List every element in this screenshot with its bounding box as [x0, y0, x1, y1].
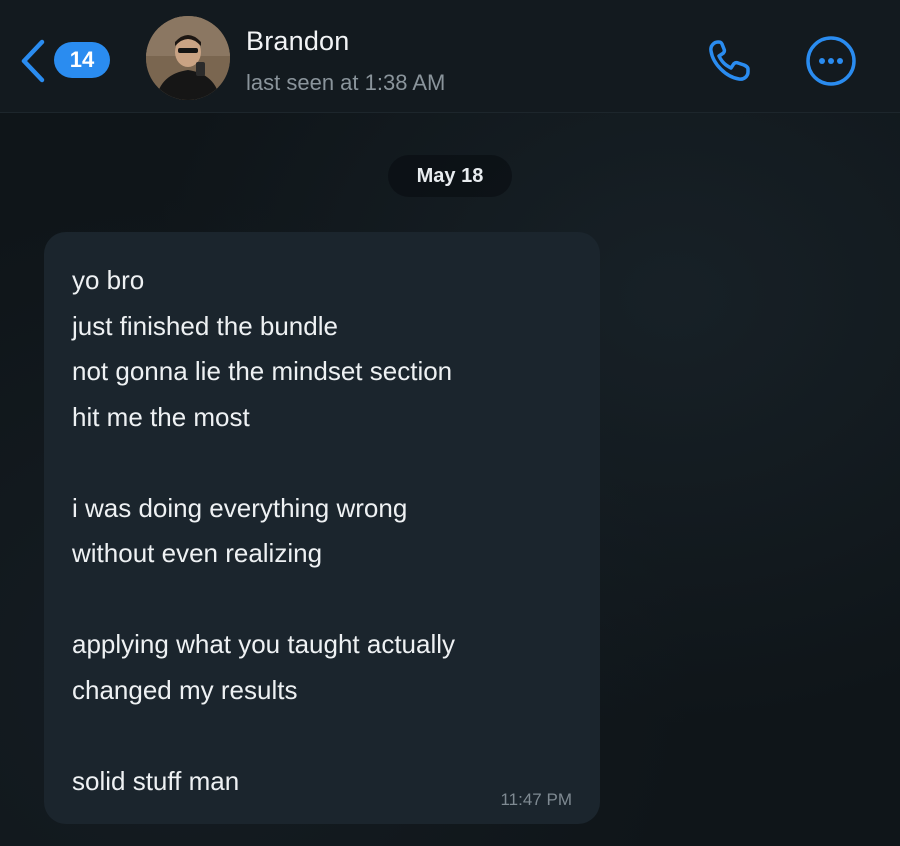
message-line: just finished the bundle	[72, 310, 338, 341]
phone-icon	[709, 40, 750, 81]
message-line: i was doing everything wrong	[72, 492, 408, 523]
message-line: yo bro	[72, 265, 145, 295]
more-options-icon	[806, 36, 856, 86]
message-line: hit me the most	[72, 401, 250, 432]
incoming-message-bubble[interactable]: yo bro just finished the bundle not gonn…	[44, 232, 600, 824]
message-line: applying what you taught actually	[72, 629, 456, 659]
contact-last-seen: last seen at 1:38 AM	[246, 70, 446, 95]
unread-count-badge: 14	[54, 42, 110, 78]
message-line: changed my results	[72, 674, 298, 705]
date-separator: May 18	[388, 155, 512, 197]
message-text: yo bro just finished the bundle not gonn…	[72, 258, 582, 804]
contact-name[interactable]: Brandon	[246, 26, 349, 57]
chat-header: 14 Brandon last seen at 1:38 AM	[0, 0, 900, 113]
more-options-button[interactable]	[804, 34, 858, 88]
call-button[interactable]	[704, 36, 754, 86]
message-line: without even realizing	[72, 538, 323, 568]
message-line: not gonna lie the mindset section	[72, 356, 453, 386]
avatar[interactable]	[146, 16, 230, 100]
back-button[interactable]: 14	[14, 36, 114, 86]
back-chevron-icon	[21, 39, 45, 83]
message-timestamp: 11:47 PM	[500, 790, 572, 809]
avatar-photo-icon	[146, 16, 230, 100]
